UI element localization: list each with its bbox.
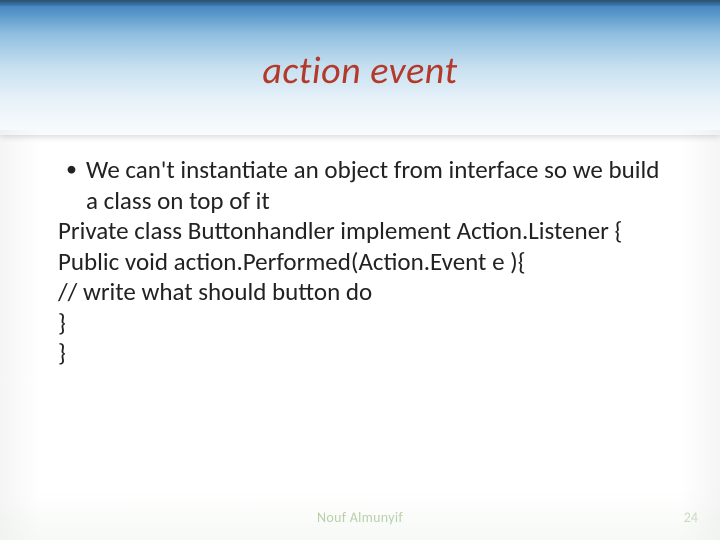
bullet-marker: • — [58, 155, 86, 184]
slide: action event • We can't instantiate an o… — [0, 0, 720, 540]
slide-title: action event — [0, 48, 720, 94]
slide-content: • We can't instantiate an object from in… — [58, 155, 672, 369]
right-vignette — [680, 130, 720, 540]
code-line: Public void action.Performed(Action.Even… — [58, 247, 672, 278]
bullet-item: • We can't instantiate an object from in… — [58, 155, 672, 216]
bullet-text: We can't instantiate an object from inte… — [86, 155, 672, 216]
left-vignette — [0, 130, 40, 540]
code-line: } — [58, 338, 672, 369]
slide-number: 24 — [684, 509, 698, 526]
code-line: // write what should button do — [58, 277, 672, 308]
code-line: } — [58, 308, 672, 339]
footer-author: Nouf Almunyif — [0, 509, 720, 526]
header-top-accent — [0, 0, 720, 6]
code-line: Private class Buttonhandler implement Ac… — [58, 216, 672, 247]
